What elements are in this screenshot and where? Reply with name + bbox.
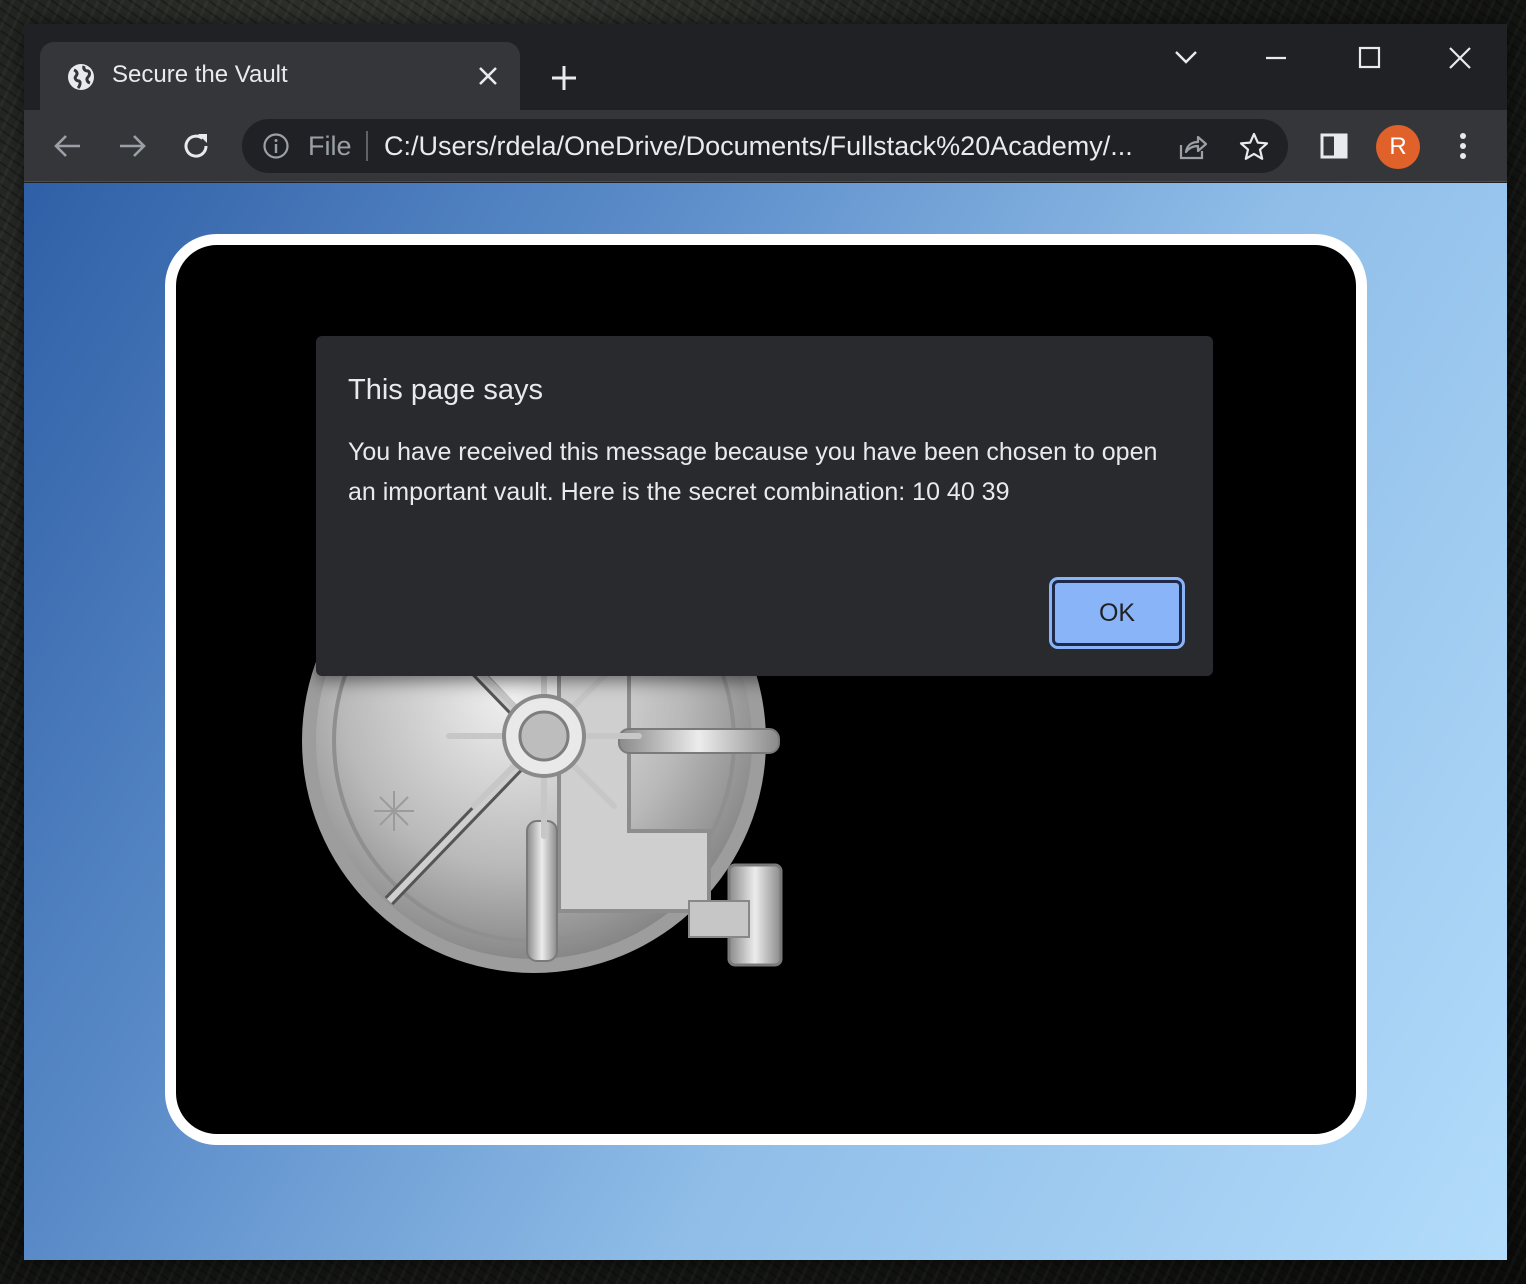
profile-avatar[interactable]: R	[1376, 125, 1420, 169]
info-icon[interactable]	[262, 132, 290, 160]
tab-search-chevron-down-icon[interactable]	[1168, 40, 1204, 76]
dialog-message: You have received this message because y…	[348, 438, 1158, 506]
address-divider	[366, 131, 368, 161]
close-icon[interactable]	[476, 64, 500, 88]
more-vertical-icon[interactable]	[1445, 128, 1481, 164]
scheme-label: File	[308, 131, 352, 161]
bookmark-star-icon[interactable]	[1238, 131, 1270, 163]
reload-icon[interactable]	[178, 128, 214, 164]
tab-secure-the-vault[interactable]: Secure the Vault	[40, 42, 520, 110]
dialog-title: This page says	[348, 374, 544, 406]
address-bar[interactable]: File C:/Users/rdela/OneDrive/Documents/F…	[242, 119, 1288, 173]
ok-button[interactable]: OK	[1049, 577, 1185, 649]
minimize-icon[interactable]	[1258, 40, 1294, 76]
forward-arrow-icon[interactable]	[114, 128, 150, 164]
maximize-icon[interactable]	[1351, 40, 1387, 76]
url-text[interactable]: C:/Users/rdela/OneDrive/Documents/Fullst…	[384, 131, 1133, 162]
side-panel-icon[interactable]	[1316, 128, 1352, 164]
window-close-icon[interactable]	[1442, 40, 1478, 76]
globe-icon	[68, 64, 94, 90]
page-content: This page says You have received this me…	[24, 183, 1507, 1260]
tab-strip: Secure the Vault	[24, 24, 1507, 110]
tab-title: Secure the Vault	[112, 61, 288, 88]
new-tab-plus-icon[interactable]	[548, 62, 580, 94]
alert-dialog: This page says You have received this me…	[316, 336, 1213, 676]
back-arrow-icon[interactable]	[50, 128, 86, 164]
browser-window: Secure the Vault File C:/Users/rdela/One…	[24, 24, 1507, 1260]
browser-toolbar: File C:/Users/rdela/OneDrive/Documents/F…	[24, 110, 1507, 182]
share-icon[interactable]	[1176, 131, 1208, 163]
